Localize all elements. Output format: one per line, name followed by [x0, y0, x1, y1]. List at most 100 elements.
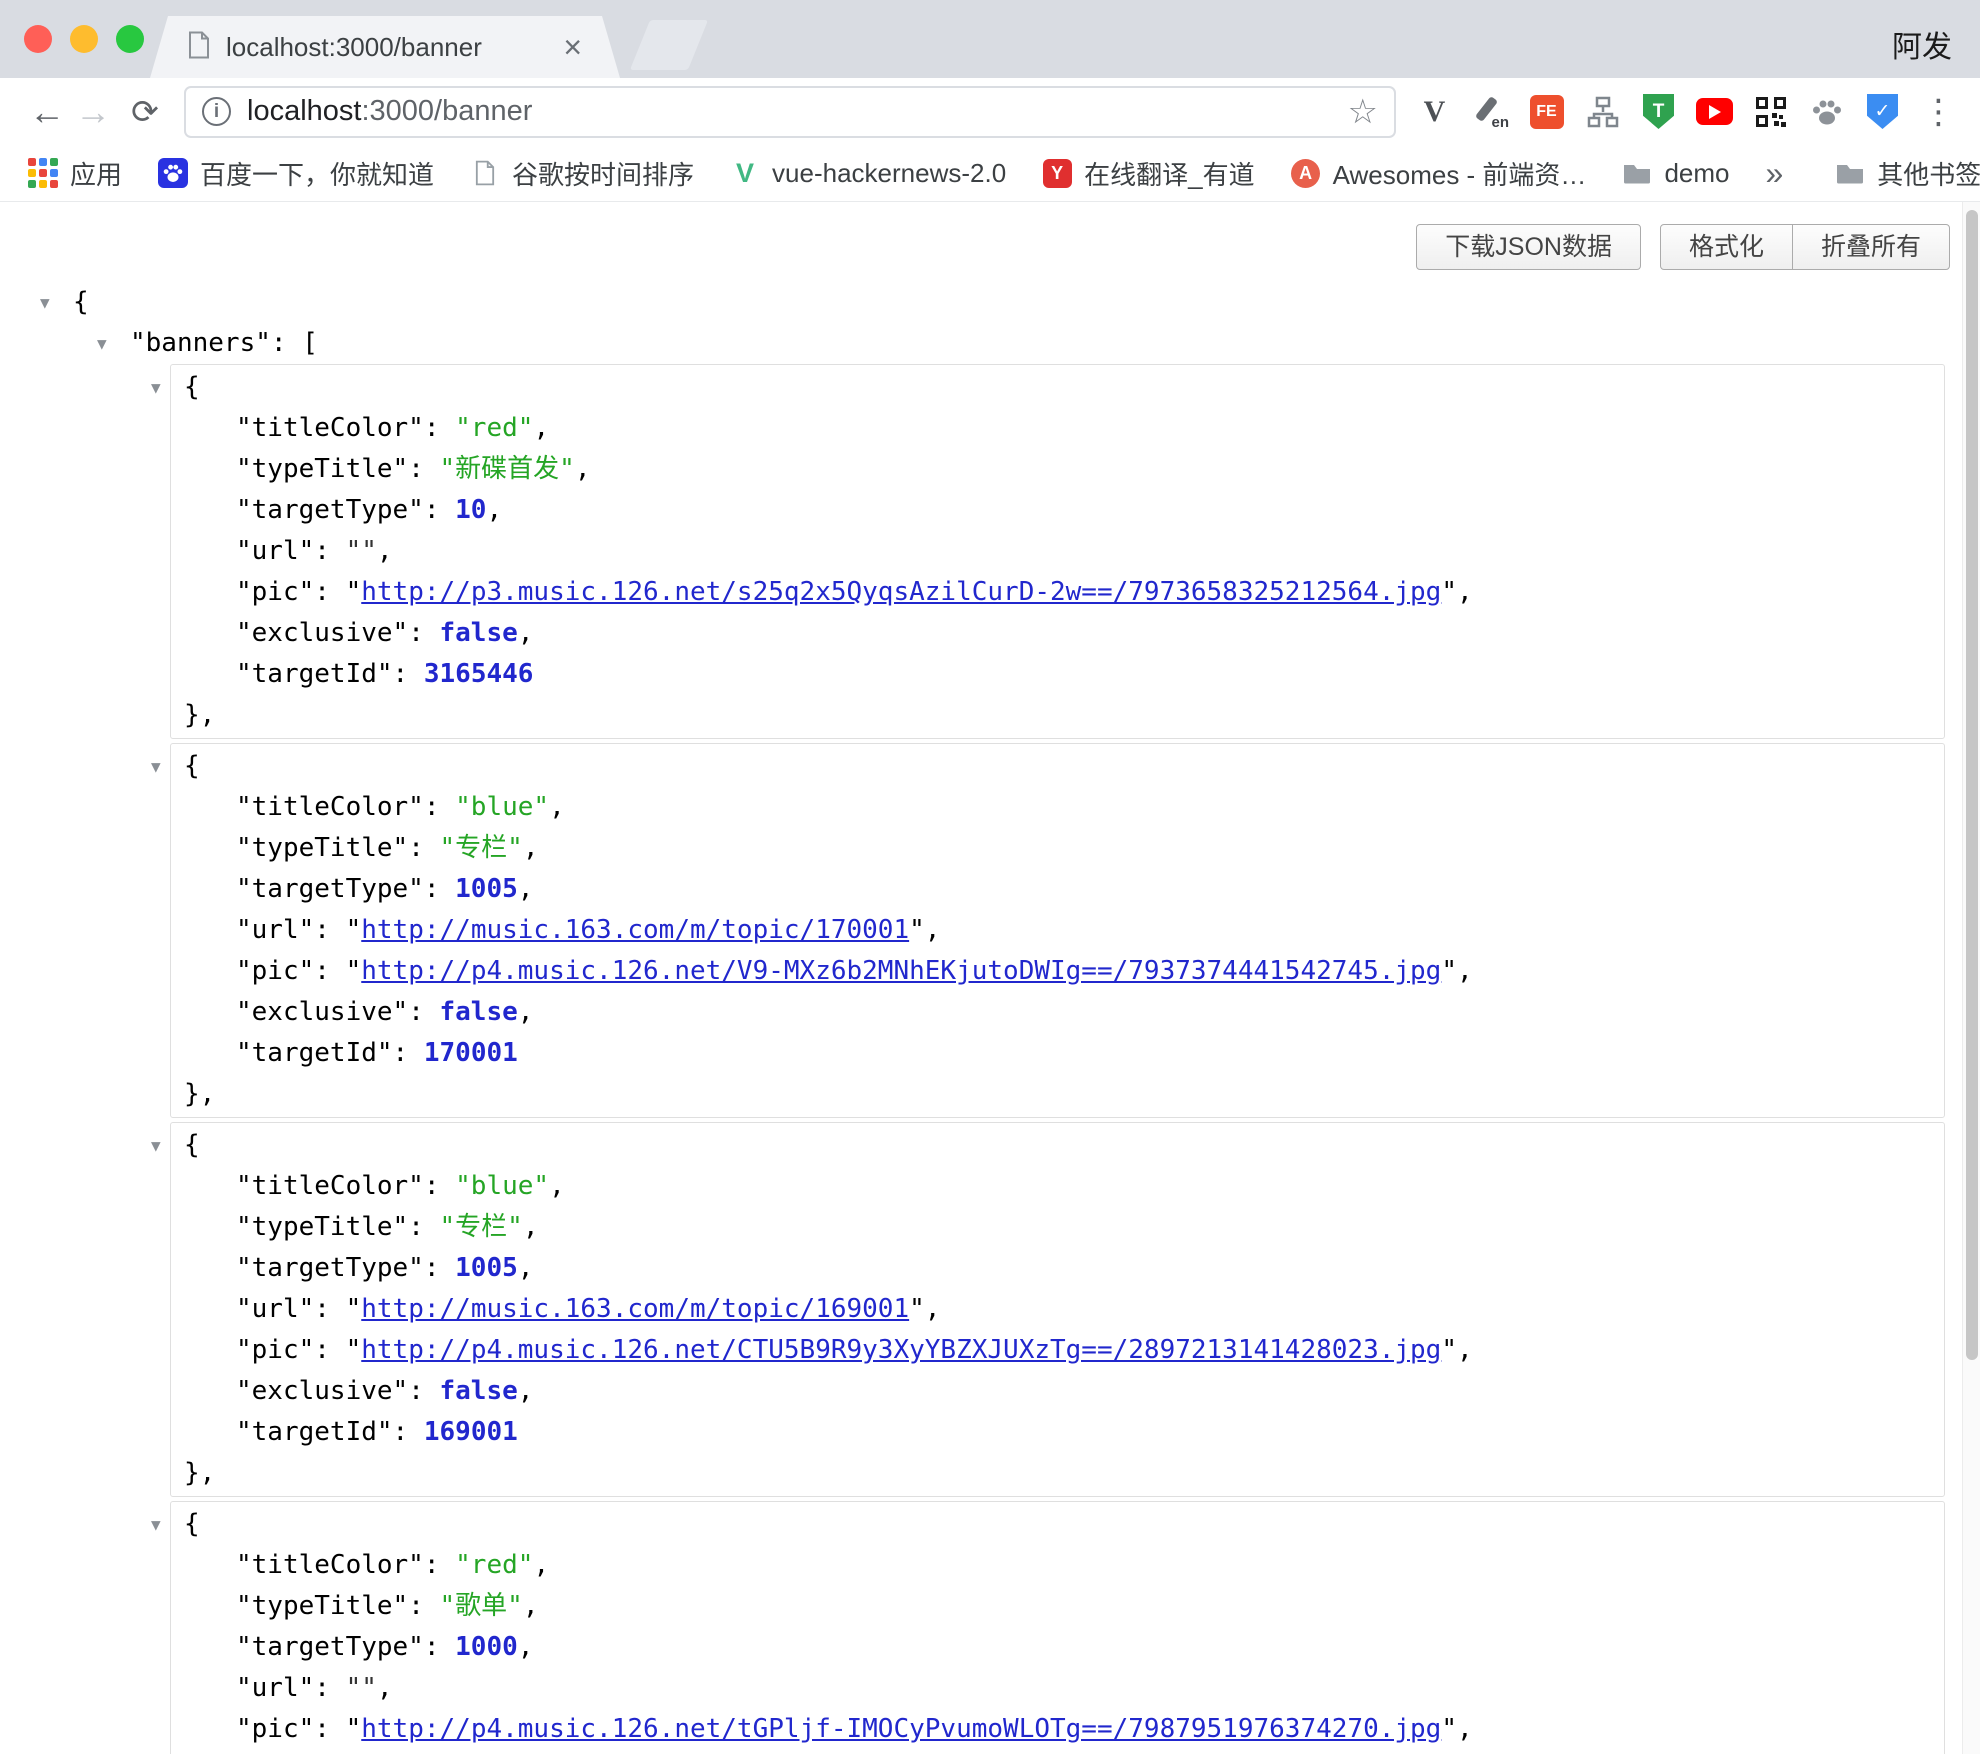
json-line: ▼{ — [171, 746, 1944, 787]
json-line: "targetType": 1000, — [171, 1627, 1944, 1668]
page-content: 下载JSON数据 格式化 折叠所有 ▼{▼"banners": [▼{"titl… — [0, 202, 1980, 1754]
json-key: "titleColor" — [236, 1550, 424, 1580]
json-punct: , — [1457, 956, 1473, 986]
json-line: "url": "", — [171, 1668, 1944, 1709]
json-punct: , — [1457, 577, 1473, 607]
json-url-link[interactable]: http://music.163.com/m/topic/169001 — [361, 1294, 909, 1324]
collapse-toggle-icon[interactable]: ▼ — [97, 323, 107, 364]
bookmark-apps[interactable]: 应用 — [28, 155, 122, 192]
bookmarks-overflow-icon[interactable]: » — [1765, 155, 1783, 192]
other-bookmarks-folder[interactable]: 其他书签 — [1835, 155, 1980, 192]
url-host: localhost — [247, 95, 361, 127]
fe-extension-icon[interactable]: FE — [1528, 93, 1565, 130]
collapse-toggle-icon[interactable]: ▼ — [151, 367, 161, 408]
json-url-link[interactable]: http://music.163.com/m/topic/170001 — [361, 915, 909, 945]
json-tree: ▼{▼"banners": [▼{"titleColor": "red","ty… — [0, 282, 1956, 1754]
json-punct: , — [533, 1550, 549, 1580]
bookmark-google-sort[interactable]: 谷歌按时间排序 — [470, 155, 694, 192]
json-url-link[interactable]: http://p4.music.126.net/tGPljf-IMOCyPvum… — [361, 1714, 1441, 1744]
json-key: "url" — [236, 1673, 314, 1703]
collapse-toggle-icon[interactable]: ▼ — [151, 1504, 161, 1545]
url-path: :3000/banner — [361, 95, 532, 127]
window-controls — [24, 25, 144, 53]
json-key: "exclusive" — [236, 997, 408, 1027]
json-url-link[interactable]: http://p4.music.126.net/V9-MXz6b2MNhEKju… — [361, 956, 1441, 986]
json-line: "exclusive": false, — [171, 613, 1944, 654]
org-chart-extension-icon[interactable] — [1584, 93, 1621, 130]
json-line: "exclusive": false — [171, 1750, 1944, 1754]
collapse-toggle-icon[interactable]: ▼ — [151, 1125, 161, 1166]
bookmark-baidu[interactable]: 百度一下，你就知道 — [158, 155, 434, 192]
json-boolean: false — [440, 1376, 518, 1406]
json-line: "url": "http://music.163.com/m/topic/169… — [171, 1289, 1944, 1330]
json-key: "targetId" — [236, 1038, 393, 1068]
translate-pen-extension-icon[interactable]: en — [1472, 93, 1509, 130]
json-line: "typeTitle": "专栏", — [171, 1207, 1944, 1248]
bookmark-demo-folder[interactable]: demo — [1622, 158, 1729, 189]
close-tab-icon[interactable]: × — [563, 31, 582, 63]
json-punct: , — [523, 833, 539, 863]
json-line: ▼"banners": [ — [0, 323, 1956, 364]
json-object-box: ▼{"titleColor": "blue","typeTitle": "专栏"… — [170, 743, 1945, 1118]
json-punct: " — [1441, 956, 1457, 986]
json-key: "typeTitle" — [236, 833, 408, 863]
browser-tab[interactable]: localhost:3000/banner × — [150, 16, 620, 78]
json-string: "blue" — [455, 1171, 549, 1201]
json-string: "red" — [455, 1550, 533, 1580]
json-punct: , — [518, 1253, 534, 1283]
zoom-window-button[interactable] — [116, 25, 144, 53]
bookmark-youdao[interactable]: Y 在线翻译_有道 — [1042, 155, 1254, 192]
json-url-link[interactable]: http://p4.music.126.net/CTU5B9R9y3XyYBZX… — [361, 1335, 1441, 1365]
browser-menu-icon[interactable]: ⋮ — [1920, 93, 1957, 130]
json-string: "red" — [455, 413, 533, 443]
back-icon[interactable]: ← — [24, 94, 70, 130]
json-line: "titleColor": "blue", — [171, 787, 1944, 828]
green-shield-extension-icon[interactable]: T — [1640, 93, 1677, 130]
url-text[interactable]: localhost:3000/banner — [247, 95, 532, 128]
json-line: "typeTitle": "歌单", — [171, 1586, 1944, 1627]
json-key: "pic" — [236, 956, 314, 986]
download-json-button[interactable]: 下载JSON数据 — [1416, 224, 1641, 270]
forward-icon[interactable]: → — [70, 94, 116, 130]
format-button[interactable]: 格式化 — [1660, 224, 1793, 270]
new-tab-button[interactable] — [630, 20, 708, 70]
collapse-toggle-icon[interactable]: ▼ — [40, 282, 50, 323]
address-bar[interactable]: i localhost:3000/banner ☆ — [184, 86, 1396, 138]
close-window-button[interactable] — [24, 25, 52, 53]
json-line: ▼{ — [171, 1504, 1944, 1545]
json-punct: , — [549, 1171, 565, 1201]
json-punct: " — [1441, 1335, 1457, 1365]
minimize-window-button[interactable] — [70, 25, 98, 53]
json-string: "新碟首发" — [440, 454, 575, 484]
json-boolean: false — [440, 997, 518, 1027]
qr-code-extension-icon[interactable] — [1752, 93, 1789, 130]
json-key: "url" — [236, 536, 314, 566]
vertical-scrollbar[interactable] — [1962, 202, 1980, 1754]
profile-name[interactable]: 阿发 — [1892, 22, 1952, 66]
youtube-extension-icon[interactable] — [1696, 93, 1733, 130]
reload-icon[interactable]: ⟳ — [122, 95, 168, 128]
json-punct: " — [346, 1294, 362, 1324]
bookmark-vue-hackernews[interactable]: V vue-hackernews-2.0 — [730, 158, 1006, 189]
json-url-link[interactable]: http://p3.music.126.net/s25q2x5QyqsAzilC… — [361, 577, 1441, 607]
page-info-icon[interactable]: i — [202, 97, 231, 126]
json-line: ▼{ — [171, 367, 1944, 408]
json-key: "titleColor" — [236, 413, 424, 443]
scrollbar-thumb[interactable] — [1966, 210, 1978, 1360]
json-punct: { — [184, 751, 200, 781]
json-key: "targetType" — [236, 1632, 424, 1662]
bookmark-star-icon[interactable]: ☆ — [1348, 95, 1378, 129]
bookmark-label: 谷歌按时间排序 — [512, 155, 694, 192]
json-key: "pic" — [236, 1335, 314, 1365]
json-punct: { — [184, 1130, 200, 1160]
json-key: "targetType" — [236, 874, 424, 904]
bookmark-awesomes[interactable]: A Awesomes - 前端资… — [1291, 155, 1587, 192]
json-key: "pic" — [236, 1714, 314, 1744]
blue-shield-extension-icon[interactable]: ✓ — [1864, 93, 1901, 130]
vimium-extension-icon[interactable]: V — [1416, 93, 1453, 130]
collapse-all-button[interactable]: 折叠所有 — [1792, 224, 1950, 270]
paw-extension-icon[interactable] — [1808, 93, 1845, 130]
json-punct: " — [1441, 577, 1457, 607]
json-string: "blue" — [455, 792, 549, 822]
collapse-toggle-icon[interactable]: ▼ — [151, 746, 161, 787]
